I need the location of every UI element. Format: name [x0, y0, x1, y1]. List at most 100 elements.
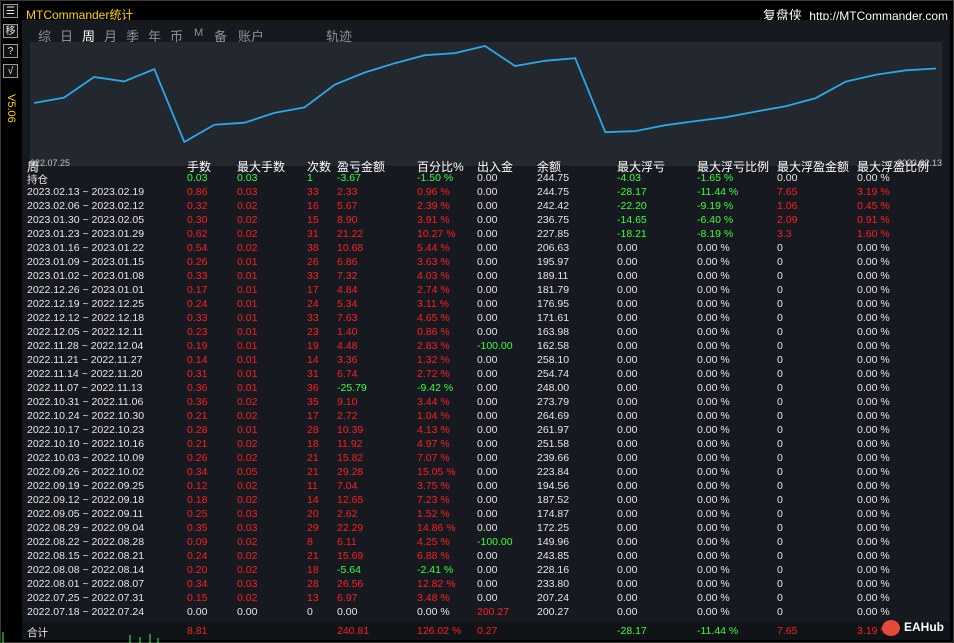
table-row[interactable]: 2022.11.28 ~ 2022.12.04 0.19 0.01 19 4.48 2.8…: [27, 340, 947, 354]
cell-max-float-profit: 0: [777, 550, 783, 562]
table-row[interactable]: 2022.10.24 ~ 2022.10.30 0.21 0.02 17 2.72 1.0…: [27, 410, 947, 424]
cell-max-float-loss-pct: 0.00 %: [697, 592, 730, 604]
cell-max-float-loss-pct: 0.00 %: [697, 312, 730, 324]
move-button[interactable]: 移: [3, 24, 18, 38]
cell-max-float-profit: 0: [777, 312, 783, 324]
cell-max-lots: 0.02: [237, 410, 258, 422]
table-row[interactable]: 2022.08.01 ~ 2022.08.07 0.34 0.03 28 26.56 12…: [27, 578, 947, 592]
cell-lots: 0.32: [187, 200, 208, 212]
table-row[interactable]: 2023.01.16 ~ 2023.01.22 0.54 0.02 38 10.68 5.…: [27, 242, 947, 256]
cell-balance: 163.98: [537, 326, 570, 338]
cell-balance: 264.69: [537, 410, 570, 422]
table-row[interactable]: 2022.11.21 ~ 2022.11.27 0.14 0.01 14 3.36 1.3…: [27, 354, 947, 368]
balance-chart: 022.07.25 2023.02.13: [30, 42, 942, 168]
cell-max-float-profit-pct: 0.00 %: [857, 410, 890, 422]
table-row[interactable]: 2022.09.12 ~ 2022.09.18 0.18 0.02 14 12.65 7.…: [27, 494, 947, 508]
cell-pct: 2.39 %: [417, 200, 450, 212]
version-label: V5.06: [5, 94, 17, 123]
cell-max-float-profit: 1.06: [777, 200, 798, 212]
table-row[interactable]: 2022.08.15 ~ 2022.08.21 0.24 0.02 21 15.69 6.…: [27, 550, 947, 564]
table-row[interactable]: 2022.12.12 ~ 2022.12.18 0.33 0.01 33 7.63 4.6…: [27, 312, 947, 326]
cell-balance: 181.79: [537, 284, 570, 296]
cell-max-float-profit-pct: 0.00 %: [857, 438, 890, 450]
cell-deposit: -100.00: [477, 536, 513, 548]
table-row[interactable]: 2022.10.31 ~ 2022.11.06 0.36 0.02 35 9.10 3.4…: [27, 396, 947, 410]
cell-count: 33: [307, 312, 319, 324]
cell-lots: 0.25: [187, 508, 208, 520]
table-row[interactable]: 2022.11.07 ~ 2022.11.13 0.36 0.01 36 -25.79 -…: [27, 382, 947, 396]
table-row[interactable]: 2022.12.05 ~ 2022.12.11 0.23 0.01 23 1.40 0.8…: [27, 326, 947, 340]
table-row[interactable]: 2023.02.13 ~ 2023.02.19 0.86 0.03 33 2.33 0.9…: [27, 186, 947, 200]
cell-lots: 0.18: [187, 494, 208, 506]
table-row[interactable]: 2022.08.29 ~ 2022.09.04 0.35 0.03 29 22.29 14…: [27, 522, 947, 536]
cell-week: 2022.10.17 ~ 2022.10.23: [27, 424, 145, 436]
cell-pct: 4.13 %: [417, 424, 450, 436]
cell-pnl: -3.67: [337, 172, 361, 184]
cell-max-float-loss: -28.17: [617, 186, 647, 198]
cell-count: 31: [307, 228, 319, 240]
cell-lots: 0.00: [187, 606, 208, 618]
cell-balance: 162.58: [537, 340, 570, 352]
cell-max-float-profit: 0: [777, 382, 783, 394]
table-row[interactable]: 2023.01.02 ~ 2023.01.08 0.33 0.01 33 7.32 4.0…: [27, 270, 947, 284]
cell-max-float-profit: 0: [777, 298, 783, 310]
cell-deposit: 0.00: [477, 284, 498, 296]
table-row[interactable]: 2023.01.09 ~ 2023.01.15 0.26 0.01 26 6.86 3.6…: [27, 256, 947, 270]
cell-max-lots: 0.01: [237, 382, 258, 394]
table-row[interactable]: 2023.01.23 ~ 2023.01.29 0.62 0.02 31 21.22 10…: [27, 228, 947, 242]
cell-max-float-loss: -18.21: [617, 228, 647, 240]
table-row[interactable]: 2023.01.30 ~ 2023.02.05 0.30 0.02 15 8.90 3.9…: [27, 214, 947, 228]
table-row[interactable]: 2022.07.25 ~ 2022.07.31 0.15 0.02 13 6.97 3.4…: [27, 592, 947, 606]
cell-max-float-loss: 0.00: [617, 508, 638, 520]
cell-max-lots: 0.03: [237, 522, 258, 534]
table-row[interactable]: 2023.02.06 ~ 2023.02.12 0.32 0.02 16 5.67 2.3…: [27, 200, 947, 214]
cell-max-float-profit-pct: 0.00 %: [857, 340, 890, 352]
menu-button[interactable]: ☰: [3, 4, 18, 18]
cell-balance: 171.61: [537, 312, 570, 324]
table-row[interactable]: 2022.07.18 ~ 2022.07.24 0.00 0.00 0 0.00 0.00…: [27, 606, 947, 620]
cell-max-lots: 0.02: [237, 438, 258, 450]
title-bar: MTCommander统计 复盘侠 http://MTCommander.com: [22, 2, 950, 23]
tab-m[interactable]: M: [194, 27, 203, 39]
cell-pct: 3.11 %: [417, 298, 449, 310]
cell-max-float-profit: 0: [777, 424, 783, 436]
table-row[interactable]: 2022.10.10 ~ 2022.10.16 0.21 0.02 18 11.92 4.…: [27, 438, 947, 452]
cell-lots: 0.19: [187, 340, 208, 352]
cell-deposit: -100.00: [477, 340, 513, 352]
table-row[interactable]: 2022.09.05 ~ 2022.09.11 0.25 0.03 20 2.62 1.5…: [27, 508, 947, 522]
cell-count: 33: [307, 270, 319, 282]
table-row[interactable]: 2022.08.22 ~ 2022.08.28 0.09 0.02 8 6.11 4.25…: [27, 536, 947, 550]
cell-week: 2023.01.16 ~ 2023.01.22: [27, 242, 145, 254]
table-row[interactable]: 2022.10.17 ~ 2022.10.23 0.28 0.01 28 10.39 4.…: [27, 424, 947, 438]
cell-max-lots: 0.02: [237, 536, 258, 548]
cell-pct: 2.74 %: [417, 284, 450, 296]
table-row[interactable]: 2022.09.19 ~ 2022.09.25 0.12 0.02 11 7.04 3.7…: [27, 480, 947, 494]
cell-lots: 0.34: [187, 466, 208, 478]
cell-max-float-loss-pct: 0.00 %: [697, 340, 730, 352]
cell-week: 2022.11.07 ~ 2022.11.13: [27, 382, 143, 394]
table-row[interactable]: 2022.12.26 ~ 2023.01.01 0.17 0.01 17 4.84 2.7…: [27, 284, 947, 298]
cell-pct: 14.86 %: [417, 522, 456, 534]
cell-max-lots: 0.03: [237, 508, 258, 520]
cell-max-float-loss: 0.00: [617, 424, 638, 436]
cell-pnl: 7.32: [337, 270, 358, 282]
table-row[interactable]: 2022.08.08 ~ 2022.08.14 0.20 0.02 18 -5.64 -2…: [27, 564, 947, 578]
cell-pnl: 0.00: [337, 606, 358, 618]
cell-max-float-loss: 0.00: [617, 606, 638, 618]
table-row[interactable]: 2022.10.03 ~ 2022.10.09 0.26 0.02 21 15.82 7.…: [27, 452, 947, 466]
table-row[interactable]: 2022.09.26 ~ 2022.10.02 0.34 0.05 21 29.28 15…: [27, 466, 947, 480]
confirm-button[interactable]: √: [3, 64, 18, 78]
table-row[interactable]: 2022.12.19 ~ 2022.12.25 0.24 0.01 24 5.34 3.1…: [27, 298, 947, 312]
table-row[interactable]: 2022.11.14 ~ 2022.11.20 0.31 0.01 31 6.74 2.7…: [27, 368, 947, 382]
cell-balance: 228.16: [537, 564, 570, 576]
cell-max-float-loss-pct: 0.00 %: [697, 354, 730, 366]
help-button[interactable]: ?: [3, 44, 18, 58]
position-row[interactable]: 持仓 0.03 0.03 1 -3.67 -1.50 % 0.00 244.75 -4.03 -1…: [27, 172, 947, 186]
cell-pnl: 2.62: [337, 508, 358, 520]
table-header: 周手数 最大手数 次数 盈亏金额 百分比% 出入金 余额 最大浮亏 最大浮亏比例 最大浮盈金额 最大…: [27, 158, 947, 174]
cell-max-float-profit: 0: [777, 522, 783, 534]
cell-max-float-loss-pct: 0.00 %: [697, 508, 730, 520]
cell-max-float-profit-pct: 0.00 %: [857, 452, 890, 464]
cell-max-float-loss: 0.00: [617, 340, 638, 352]
cell-max-lots: 0.01: [237, 424, 258, 436]
